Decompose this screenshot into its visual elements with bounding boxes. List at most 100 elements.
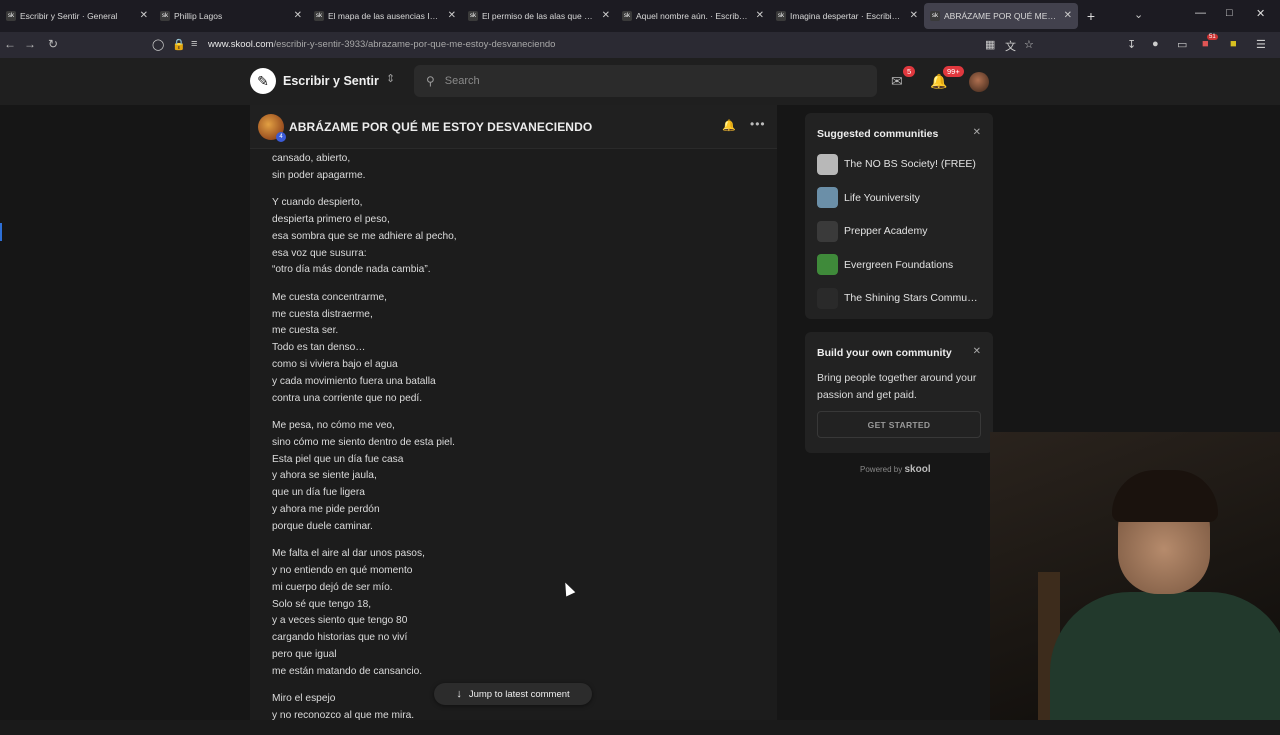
url-path: /escribir-y-sentir-3933/abrazame-por-que… (273, 39, 556, 50)
tab-favicon-icon: sk (776, 11, 786, 21)
search-icon: ⚲ (426, 74, 435, 88)
skool-brand[interactable]: skool (904, 464, 930, 475)
bookmark-star-icon[interactable]: ☆ (1024, 38, 1034, 51)
window-close-icon[interactable]: ✕ (1256, 7, 1265, 20)
suggested-community-name: The NO BS Society! (FREE) (844, 158, 976, 170)
jump-to-latest-comment-button[interactable]: ↓ Jump to latest comment (434, 683, 592, 705)
tab-favicon-icon: sk (160, 11, 170, 21)
browser-tab[interactable]: sk El permiso de las alas que amé ✕ (462, 0, 616, 32)
tab-list-chevron-icon[interactable]: ⌄ (1134, 8, 1143, 21)
extension-red-icon[interactable]: ■ (1202, 38, 1209, 50)
post-title: ABRÁZAME POR QUÉ ME ESTOY DESVANECIENDO (289, 120, 593, 134)
post-body: cansado, abierto, sin poder apagarme. Y cu… (272, 151, 752, 735)
tab-close-icon[interactable]: ✕ (756, 10, 764, 21)
suggested-community-item[interactable]: The Shining Stars Commu… (817, 287, 978, 309)
poem-line: cargando historias que no viví (272, 632, 408, 644)
powered-by-label: Powered by (860, 465, 903, 474)
poem-line: Y cuando despierto, (272, 197, 363, 209)
tab-close-icon[interactable]: ✕ (910, 10, 918, 21)
permissions-icon[interactable]: ≡ (191, 38, 197, 50)
poem-line: sin poder apagarme. (272, 169, 366, 181)
tab-title: El permiso de las alas que amé (482, 11, 594, 21)
poem-line: porque duele caminar. (272, 520, 373, 532)
community-switch-icon[interactable]: ⇕ (386, 72, 395, 85)
community-logo-icon (817, 153, 838, 175)
poem-stanza: Me pesa, no cómo me veo, sino cómo me sie… (272, 418, 752, 536)
translate-icon[interactable]: 文 (1005, 38, 1016, 54)
back-icon[interactable]: ← (4, 37, 16, 51)
menu-icon[interactable]: ☰ (1256, 38, 1266, 51)
chat-icon[interactable]: ✉ (891, 73, 903, 90)
suggested-community-item[interactable]: Evergreen Foundations (817, 254, 953, 276)
close-build-icon[interactable]: ✕ (973, 346, 981, 357)
webcam-person-body (1050, 592, 1280, 720)
suggested-community-item[interactable]: Prepper Academy (817, 220, 927, 242)
poem-line: y cada movimiento fuera una batalla (272, 375, 436, 387)
poem-line: esa sombra que se me adhiere al pecho, (272, 230, 457, 242)
tab-close-icon[interactable]: ✕ (140, 10, 148, 21)
reload-icon[interactable]: ↻ (48, 37, 58, 51)
tab-close-icon[interactable]: ✕ (448, 10, 456, 21)
tab-close-icon[interactable]: ✕ (1064, 10, 1072, 21)
tab-favicon-icon: sk (314, 11, 324, 21)
browser-tab[interactable]: sk Escribir y Sentir · General ✕ (0, 0, 154, 32)
tab-close-icon[interactable]: ✕ (602, 10, 610, 21)
account-icon[interactable]: ● (1152, 38, 1159, 50)
tab-title: Imagina despertar · Escribir y Se (790, 11, 902, 21)
poem-line: me están matando de cansancio. (272, 665, 423, 677)
suggested-community-name: Evergreen Foundations (844, 258, 954, 271)
extensions-icon[interactable]: ▭ (1177, 38, 1187, 51)
poem-line: cansado, abierto, (272, 153, 351, 164)
community-logo[interactable]: ✎ (250, 68, 276, 94)
browser-tab[interactable]: sk El mapa de las ausencias I · Escr ✕ (308, 0, 462, 32)
build-description: Bring people together around your passio… (817, 372, 977, 401)
browser-tab[interactable]: sk Phillip Lagos ✕ (154, 0, 308, 32)
poem-line: “otro día más donde nada cambia”. (272, 264, 431, 276)
address-bar[interactable]: www.skool.com/escribir-y-sentir-3933/abr… (208, 39, 555, 50)
get-started-button[interactable]: GET STARTED (817, 411, 981, 438)
reader-view-icon[interactable]: ▦ (985, 38, 995, 51)
poem-stanza: Y cuando despierto, despierta primero el … (272, 195, 752, 279)
poem-line: como si viviera bajo el agua (272, 358, 398, 370)
extension-yellow-icon[interactable]: ■ (1230, 38, 1237, 50)
search-box[interactable]: ⚲ (414, 65, 877, 97)
maximize-icon[interactable]: □ (1226, 7, 1233, 19)
search-input[interactable] (444, 75, 845, 87)
tab-favicon-icon: sk (468, 11, 478, 21)
post-notify-bell-icon[interactable]: 🔔 (722, 119, 736, 132)
poem-line: Me pesa, no cómo me veo, (272, 419, 395, 431)
poem-stanza: Me falta el aire al dar unos pasos, y no … (272, 546, 752, 680)
webcam-person-hair (1112, 470, 1218, 522)
suggested-communities-card: Suggested communities ✕ The NO BS Societ… (805, 113, 993, 319)
poem-line: despierta primero el peso, (272, 213, 390, 225)
arrow-down-icon: ↓ (456, 688, 462, 700)
suggested-community-item[interactable]: The NO BS Society! (FREE) (817, 153, 976, 175)
post-panel: 4 ABRÁZAME POR QUÉ ME ESTOY DESVANECIEND… (250, 105, 777, 721)
new-tab-button[interactable]: + (1078, 3, 1104, 29)
browser-tab[interactable]: sk Aquel nombre aún. · Escribir y S ✕ (616, 0, 770, 32)
shield-icon[interactable]: ◯ (152, 38, 164, 51)
poem-line: Todo es tan denso… (272, 342, 366, 354)
chat-badge: 5 (903, 66, 916, 77)
minimize-icon[interactable]: — (1195, 7, 1206, 19)
downloads-icon[interactable]: ↧ (1127, 38, 1136, 51)
browser-tab[interactable]: sk ABRÁZAME POR QUÉ ME ESTO ✕ (924, 3, 1078, 29)
poem-line: me cuesta ser. (272, 325, 339, 337)
user-avatar[interactable] (969, 72, 989, 92)
poem-line: esa voz que susurra: (272, 247, 367, 259)
poem-line: Me cuesta concentrarme, (272, 291, 387, 303)
browser-tab[interactable]: sk Imagina despertar · Escribir y Se ✕ (770, 0, 924, 32)
poem-line: contra una corriente que no pedí. (272, 392, 423, 404)
browser-nav-bar: ← → ↻ ◯ 🔒 ≡ www.skool.com/escribir-y-sen… (0, 32, 1280, 58)
post-more-icon[interactable]: ••• (750, 117, 766, 131)
suggested-community-name: Life Youniversity (844, 191, 920, 204)
suggested-title: Suggested communities (817, 128, 939, 140)
webcam-overlay (990, 432, 1280, 720)
tab-favicon-icon: sk (930, 11, 940, 21)
tab-close-icon[interactable]: ✕ (294, 10, 302, 21)
community-name[interactable]: Escribir y Sentir (283, 74, 379, 88)
suggested-community-item[interactable]: Life Youniversity (817, 187, 920, 209)
forward-icon[interactable]: → (24, 37, 36, 51)
poem-line: Me falta el aire al dar unos pasos, (272, 548, 425, 560)
close-suggested-icon[interactable]: ✕ (973, 127, 981, 138)
